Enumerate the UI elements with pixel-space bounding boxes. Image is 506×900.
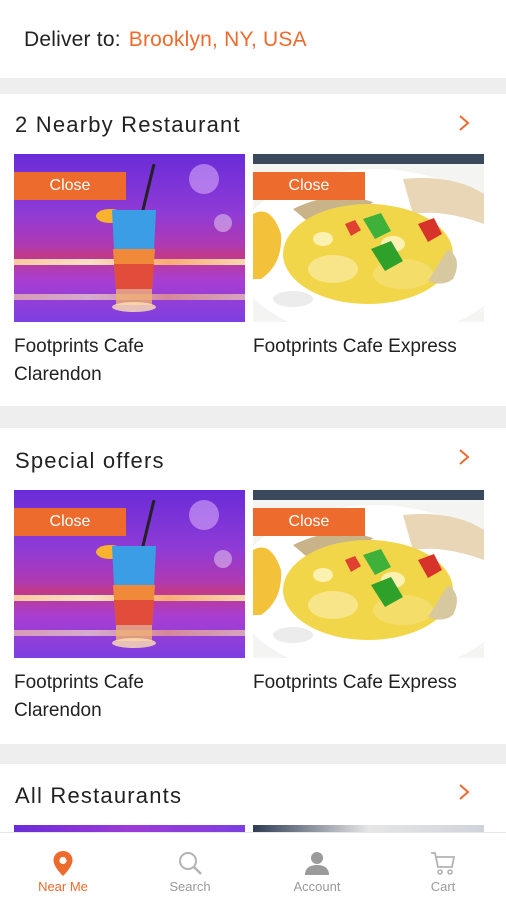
- cocktail-image: Close: [14, 154, 245, 322]
- section-title: 2 Nearby Restaurant: [15, 112, 241, 137]
- cocktail-image: Close: [14, 490, 245, 658]
- nav-account[interactable]: Account: [254, 833, 380, 900]
- nav-label: Search: [169, 879, 211, 894]
- nav-label: Account: [293, 879, 341, 894]
- chevron-right-icon[interactable]: [456, 448, 472, 466]
- nearby-section: 2 Nearby Restaurant Close Footprints Caf…: [0, 94, 506, 406]
- chevron-right-icon[interactable]: [456, 114, 472, 132]
- restaurant-name-line1: Footprints Cafe: [14, 336, 144, 357]
- nav-near-me[interactable]: Near Me: [0, 833, 126, 900]
- food-plate-image: Close: [253, 490, 484, 658]
- section-divider: [0, 406, 506, 428]
- restaurant-name[interactable]: Footprints Cafe Clarendon: [14, 333, 254, 389]
- delivery-header[interactable]: Deliver to: Brooklyn, NY, USA: [0, 0, 506, 78]
- status-badge: Close: [14, 172, 126, 200]
- nav-search[interactable]: Search: [127, 833, 253, 900]
- section-title: Special offers: [15, 448, 165, 473]
- location-pin-icon: [53, 851, 73, 876]
- restaurant-card[interactable]: [14, 825, 245, 832]
- food-plate-image: Close: [253, 154, 484, 322]
- search-icon: [179, 852, 202, 875]
- restaurant-name-line1: Footprints Cafe: [14, 672, 144, 693]
- status-badge: Close: [253, 508, 365, 536]
- restaurant-name[interactable]: Footprints Cafe Express: [253, 333, 493, 361]
- restaurant-name-line2: Clarendon: [14, 700, 102, 721]
- nav-label: Cart: [430, 879, 456, 894]
- section-divider: [0, 744, 506, 764]
- status-badge: Close: [253, 172, 365, 200]
- deliver-to-label: Deliver to:: [24, 28, 121, 51]
- user-icon: [305, 852, 329, 875]
- restaurant-name-line1: Footprints Cafe Express: [253, 672, 457, 693]
- delivery-location[interactable]: Brooklyn, NY, USA: [129, 28, 307, 51]
- bottom-nav: Near Me Search Account Cart: [0, 832, 506, 900]
- restaurant-card[interactable]: [253, 825, 484, 832]
- deliver-to[interactable]: Deliver to: Brooklyn, NY, USA: [24, 28, 307, 52]
- status-badge: Close: [14, 508, 126, 536]
- nav-label: Near Me: [38, 879, 88, 894]
- restaurant-name-line1: Footprints Cafe Express: [253, 336, 457, 357]
- cart-icon: [431, 852, 456, 875]
- nav-cart[interactable]: Cart: [380, 833, 506, 900]
- all-restaurants-section: All Restaurants: [0, 764, 506, 832]
- special-offers-section: Special offers Close Footprints Cafe Cla…: [0, 428, 506, 744]
- section-divider: [0, 78, 506, 94]
- restaurant-name[interactable]: Footprints Cafe Clarendon: [14, 669, 254, 725]
- restaurant-name[interactable]: Footprints Cafe Express: [253, 669, 493, 697]
- section-title: All Restaurants: [15, 783, 183, 808]
- restaurant-name-line2: Clarendon: [14, 364, 102, 385]
- chevron-right-icon[interactable]: [456, 783, 472, 801]
